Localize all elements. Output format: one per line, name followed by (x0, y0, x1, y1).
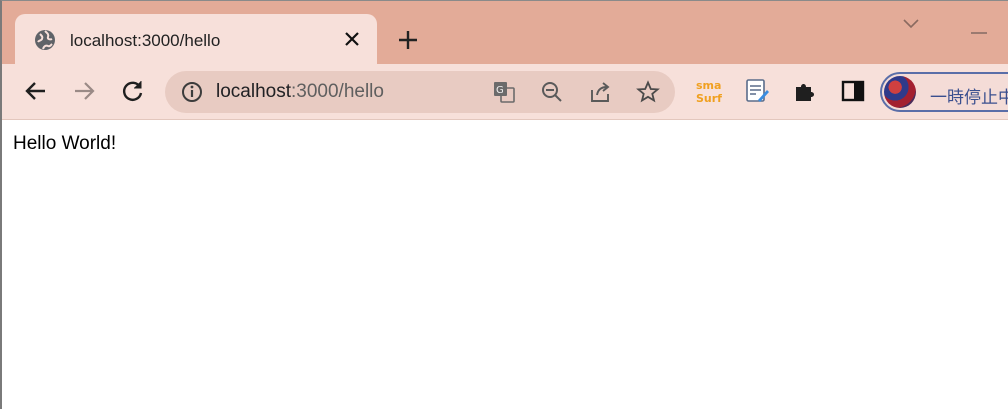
globe-icon (33, 28, 57, 52)
back-arrow-icon (25, 82, 45, 100)
active-tab[interactable]: localhost:3000/hello (15, 14, 377, 70)
svg-text:sma: sma (696, 79, 721, 92)
tab-title: localhost:3000/hello (70, 31, 221, 50)
translate-icon[interactable]: G (492, 80, 516, 104)
close-icon[interactable] (341, 28, 363, 50)
url-host: localhost (216, 81, 291, 102)
svg-text:Surf: Surf (696, 92, 722, 105)
chevron-down-icon (903, 19, 919, 29)
forward-button[interactable] (70, 77, 98, 105)
avatar (884, 76, 916, 108)
url-text[interactable]: localhost:3000/hello (216, 81, 384, 103)
page-content-text: Hello World! (13, 133, 117, 154)
tab-search-button[interactable] (900, 15, 922, 33)
profile-status-label: 一時停止中 (930, 88, 1008, 107)
back-button[interactable] (22, 77, 50, 105)
tab-strip: localhost:3000/hello (2, 1, 1008, 70)
forward-arrow-icon (75, 82, 95, 100)
plus-icon (399, 31, 417, 49)
minimize-button[interactable] (970, 22, 988, 34)
minimize-icon (971, 32, 987, 34)
zoom-out-icon[interactable] (540, 80, 564, 104)
new-tab-button[interactable] (395, 27, 421, 53)
star-icon[interactable] (636, 80, 660, 104)
smartsurf-extension-icon[interactable]: sma Surf (695, 77, 723, 105)
info-icon[interactable] (180, 80, 204, 104)
puzzle-icon[interactable] (791, 77, 819, 105)
address-bar[interactable]: localhost:3000/hello G (165, 71, 675, 113)
reload-icon (123, 81, 143, 101)
share-icon[interactable] (588, 80, 612, 104)
browser-window: localhost:3000/hello localhost:3000/hell… (0, 0, 1008, 409)
side-panel-icon[interactable] (839, 77, 867, 105)
url-path: :3000/hello (291, 81, 384, 102)
reload-button[interactable] (119, 77, 147, 105)
notes-extension-icon[interactable] (743, 77, 771, 105)
svg-text:G: G (496, 85, 504, 96)
toolbar: localhost:3000/hello G sma Surf 一時停止中 (2, 64, 1008, 120)
profile-button[interactable]: 一時停止中 (880, 72, 1008, 112)
